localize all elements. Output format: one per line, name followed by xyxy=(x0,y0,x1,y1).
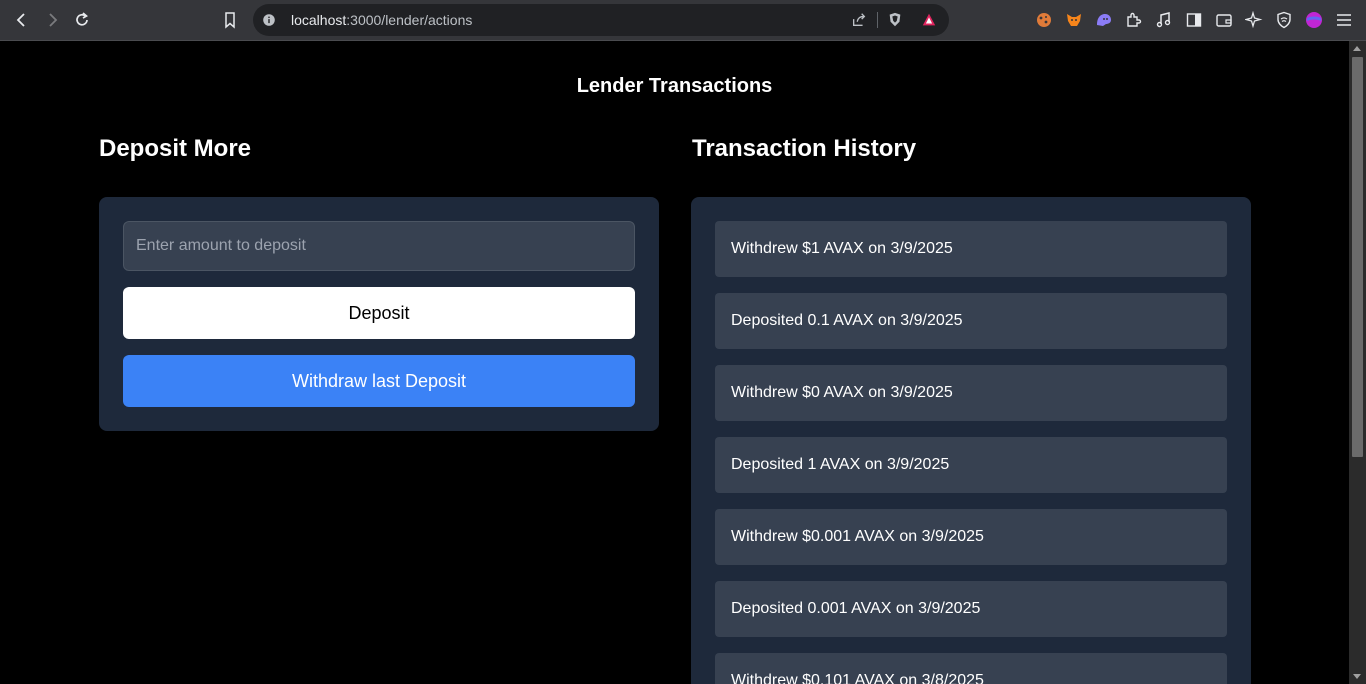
withdraw-last-deposit-button[interactable]: Withdraw last Deposit xyxy=(123,355,635,407)
share-icon[interactable] xyxy=(850,11,868,29)
transaction-item: Withdrew $1 AVAX on 3/9/2025 xyxy=(715,221,1227,277)
transaction-item: Deposited 1 AVAX on 3/9/2025 xyxy=(715,437,1227,493)
menu-hamburger-icon[interactable] xyxy=(1334,10,1354,30)
page-content: Lender Transactions Deposit More Transac… xyxy=(0,41,1349,684)
back-icon[interactable] xyxy=(10,8,34,32)
deposit-heading: Deposit More xyxy=(99,135,252,162)
wallet-icon[interactable] xyxy=(1214,10,1234,30)
transaction-item: Withdrew $0.101 AVAX on 3/8/2025 xyxy=(715,653,1227,684)
page-scrollbar[interactable] xyxy=(1349,41,1366,684)
history-heading: Transaction History xyxy=(692,135,917,162)
extension-cookie-icon[interactable] xyxy=(1034,10,1054,30)
site-info-icon[interactable] xyxy=(260,11,278,29)
transaction-item: Deposited 0.1 AVAX on 3/9/2025 xyxy=(715,293,1227,349)
brave-shield-icon[interactable] xyxy=(886,11,904,29)
forward-icon[interactable] xyxy=(40,8,64,32)
history-card: Withdrew $1 AVAX on 3/9/2025 Deposited 0… xyxy=(691,197,1251,684)
scrollbar-thumb[interactable] xyxy=(1352,57,1363,457)
url-host: localhost xyxy=(291,12,347,28)
url-text: localhost:3000/lender/actions xyxy=(291,12,472,28)
page-title: Lender Transactions xyxy=(576,75,773,97)
transaction-item: Withdrew $0.001 AVAX on 3/9/2025 xyxy=(715,509,1227,565)
url-path: :3000/lender/actions xyxy=(346,12,473,28)
profile-avatar-icon[interactable] xyxy=(1304,10,1324,30)
sidebar-toggle-icon[interactable] xyxy=(1184,10,1204,30)
metamask-fox-icon[interactable] xyxy=(1064,10,1084,30)
ghost-wallet-icon[interactable] xyxy=(1094,10,1114,30)
reload-icon[interactable] xyxy=(70,8,94,32)
deposit-amount-input[interactable] xyxy=(123,221,635,271)
browser-toolbar: localhost:3000/lender/actions xyxy=(0,0,1366,41)
vpn-shield-icon[interactable] xyxy=(1274,10,1294,30)
scroll-down-arrow-icon[interactable] xyxy=(1353,674,1361,679)
extensions-puzzle-icon[interactable] xyxy=(1124,10,1144,30)
deposit-button[interactable]: Deposit xyxy=(123,287,635,339)
brave-rewards-icon[interactable] xyxy=(920,11,938,29)
scroll-up-arrow-icon[interactable] xyxy=(1353,46,1361,51)
media-music-icon[interactable] xyxy=(1154,10,1174,30)
transaction-item: Deposited 0.001 AVAX on 3/9/2025 xyxy=(715,581,1227,637)
leo-ai-icon[interactable] xyxy=(1244,10,1264,30)
transaction-item: Withdrew $0 AVAX on 3/9/2025 xyxy=(715,365,1227,421)
url-divider xyxy=(877,12,878,28)
deposit-card: Deposit Withdraw last Deposit xyxy=(99,197,659,431)
bookmark-icon[interactable] xyxy=(218,8,242,32)
address-bar[interactable]: localhost:3000/lender/actions xyxy=(253,4,949,36)
